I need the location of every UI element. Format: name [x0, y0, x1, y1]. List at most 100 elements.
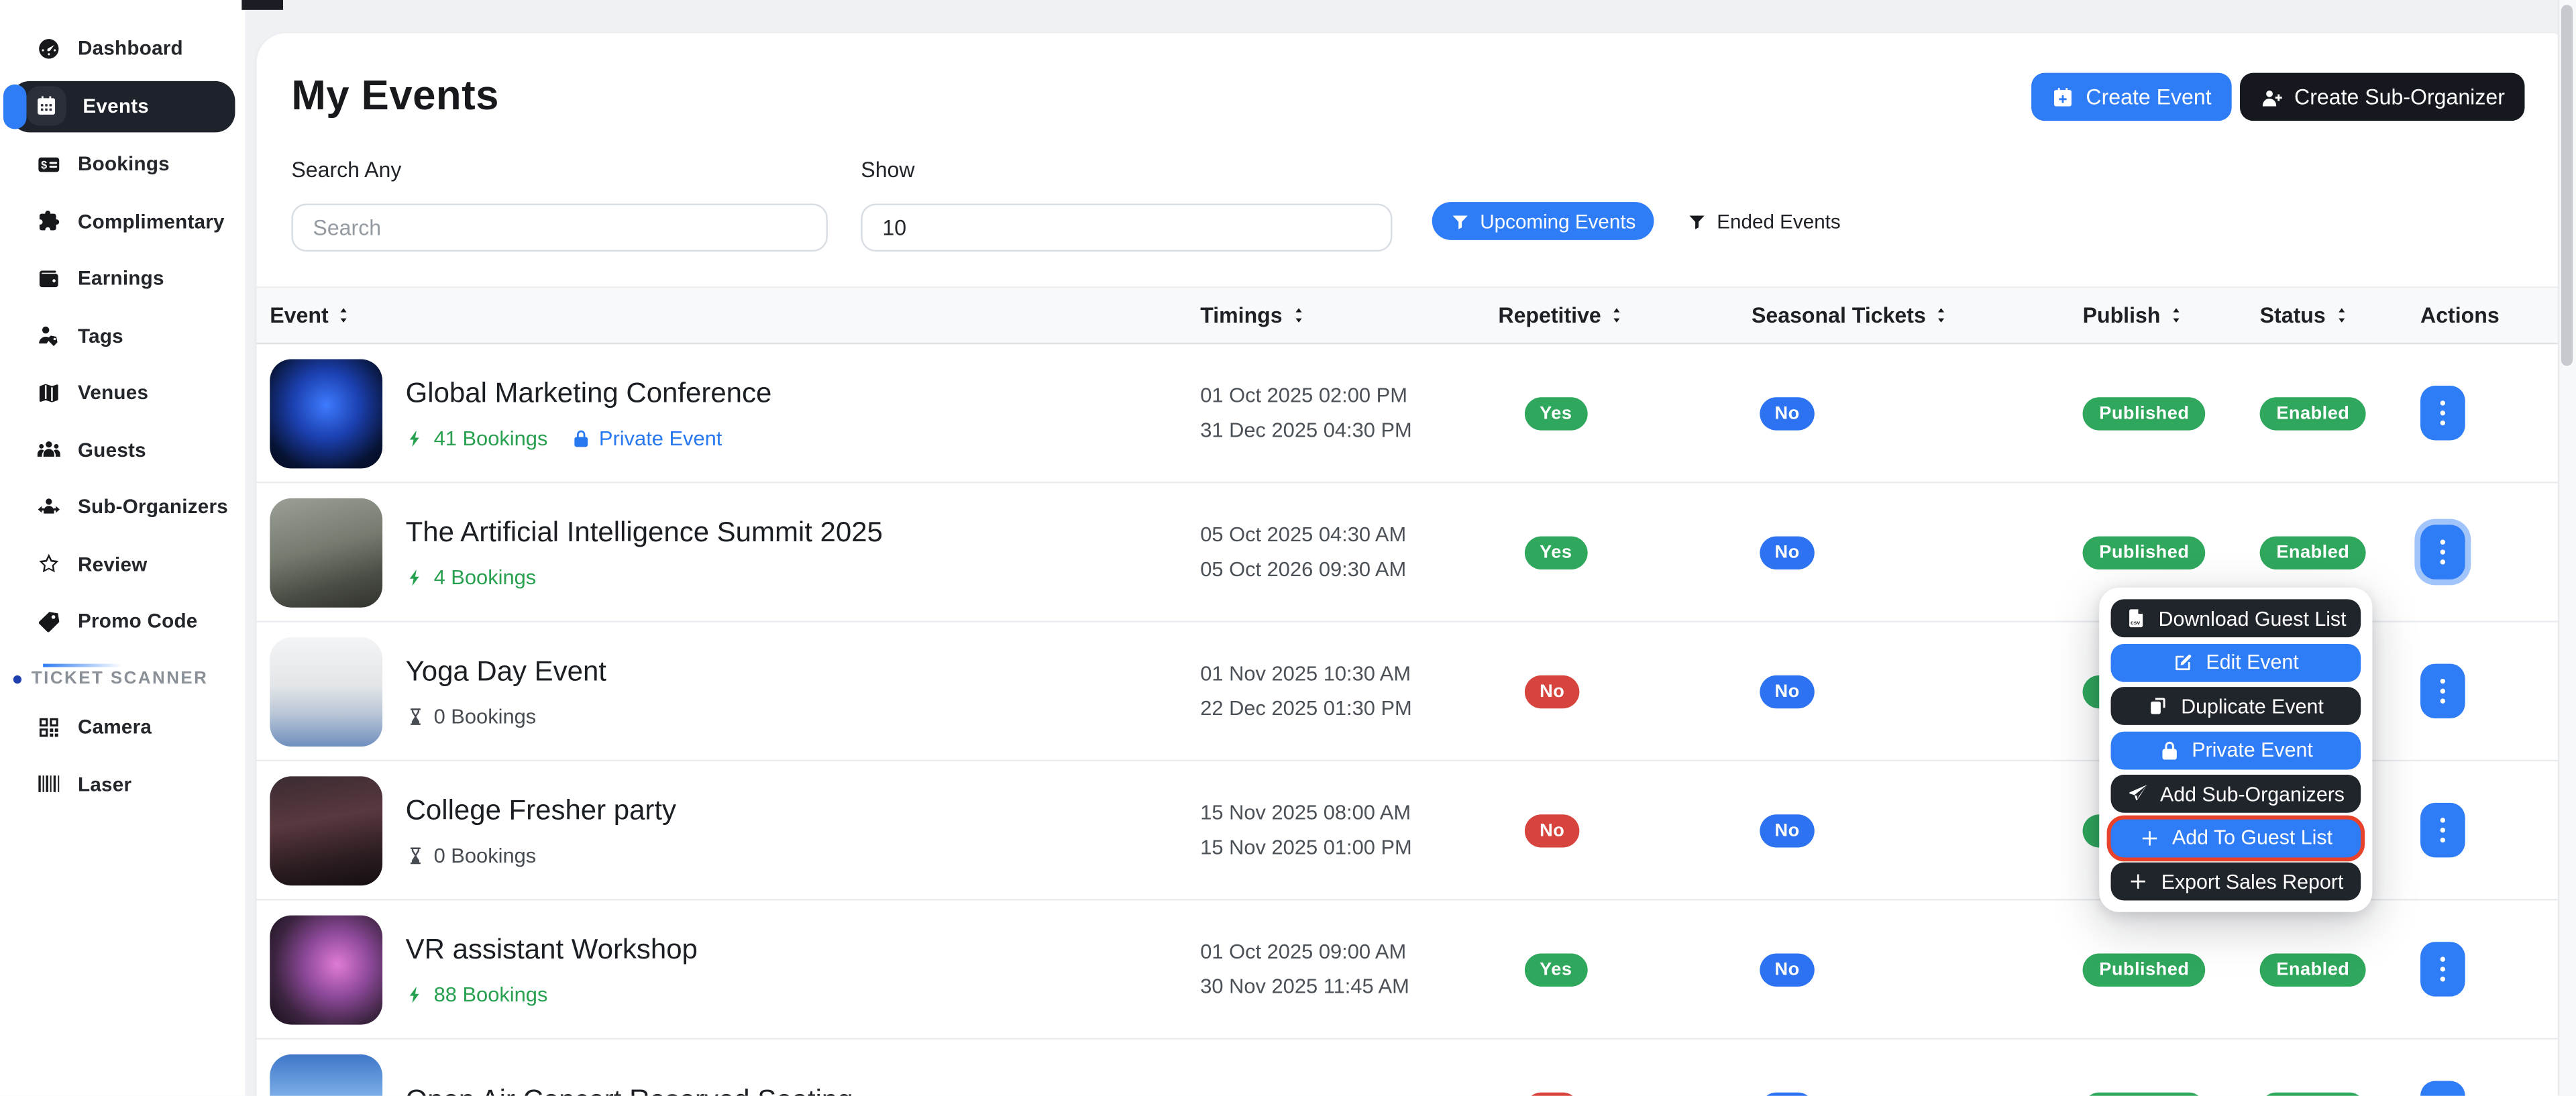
row-actions-menu: csv Download Guest List Edit Event Dupli… [2099, 588, 2372, 912]
row-actions-button[interactable] [2420, 1081, 2465, 1096]
seasonal-tickets-badge: No [1760, 675, 1815, 708]
sidebar-nav: Dashboard Events $ Bookings Complimentar… [0, 0, 245, 645]
create-event-button[interactable]: Create Event [2031, 73, 2231, 121]
sidebar-item-events[interactable]: Events [10, 80, 235, 132]
event-title: Global Marketing Conference [406, 376, 772, 409]
sidebar-item-venues[interactable]: Venues [10, 368, 235, 417]
menu-item-add-sub-organizers[interactable]: Add Sub-Organizers [2111, 775, 2361, 813]
sidebar-item-label: Promo Code [78, 609, 198, 633]
column-label: Repetitive [1498, 303, 1601, 328]
menu-item-label: Export Sales Report [2161, 870, 2344, 893]
event-row-global-marketing-conference: Global Marketing Conference 41 Bookings … [257, 344, 2560, 483]
hourglass-icon [406, 706, 426, 726]
puzzle-icon [36, 209, 61, 233]
menu-item-download-guest-list[interactable]: csv Download Guest List [2111, 599, 2361, 637]
sidebar-item-label: Bookings [78, 152, 170, 176]
row-actions-button[interactable] [2420, 942, 2465, 996]
svg-text:csv: csv [2130, 619, 2140, 626]
repetitive-badge: No [1525, 814, 1580, 846]
edit-icon [2173, 651, 2194, 673]
sidebar-item-label: Dashboard [78, 36, 183, 60]
menu-item-label: Download Guest List [2159, 606, 2347, 630]
private-event-flag: Private Event [571, 426, 722, 449]
user-arrows-icon [36, 494, 61, 519]
sidebar-item-earnings[interactable]: Earnings [10, 254, 235, 303]
sidebar-item-camera[interactable]: Camera [10, 702, 235, 751]
event-manager-app: Dashboard Events $ Bookings Complimentar… [0, 0, 2576, 1096]
sort-icon [1933, 307, 1951, 325]
create-sub-organizer-button[interactable]: Create Sub-Organizer [2240, 73, 2525, 121]
event-title: College Fresher party [406, 793, 676, 826]
menu-item-label: Add Sub-Organizers [2160, 782, 2345, 806]
row-actions-button[interactable] [2420, 386, 2465, 440]
row-actions-button[interactable] [2420, 664, 2465, 718]
event-thumbnail-yoga [270, 637, 382, 746]
seasonal-tickets-badge: No [1760, 952, 1815, 985]
publish-badge: Published [2083, 952, 2206, 985]
plus-icon [2139, 827, 2161, 848]
sidebar-item-review[interactable]: Review [10, 539, 235, 588]
sidebar-item-label: Tags [78, 323, 123, 347]
event-end-time: 15 Nov 2025 01:00 PM [1200, 836, 1412, 859]
repetitive-badge: Yes [1525, 396, 1587, 429]
menu-item-private-event[interactable]: Private Event [2111, 731, 2361, 769]
upcoming-events-filter[interactable]: Upcoming Events [1432, 202, 1654, 240]
column-label: Publish [2083, 303, 2161, 328]
event-title: Open Air Concert Reserved Seating [406, 1083, 853, 1096]
menu-item-label: Private Event [2192, 738, 2313, 762]
sidebar-item-guests[interactable]: Guests [10, 425, 235, 474]
bookings-label: 0 Bookings [434, 843, 537, 867]
column-header-status[interactable]: Status [2260, 303, 2420, 328]
sidebar-item-label: Events [83, 95, 149, 118]
star-icon [36, 551, 61, 576]
event-end-time: 22 Dec 2025 01:30 PM [1200, 697, 1412, 720]
filter-icon [1687, 211, 1707, 231]
menu-item-edit-event[interactable]: Edit Event [2111, 643, 2361, 681]
sidebar-item-sub-organizers[interactable]: Sub-Organizers [10, 482, 235, 531]
column-header-repetitive[interactable]: Repetitive [1498, 303, 1752, 328]
money-icon: $ [36, 152, 61, 176]
menu-item-add-to-guest-list[interactable]: Add To Guest List [2111, 818, 2361, 857]
bookings-count: 0 Bookings [406, 704, 537, 728]
page-title: My Events [291, 73, 499, 121]
column-header-seasonal-tickets[interactable]: Seasonal Tickets [1752, 303, 2083, 328]
bolt-icon [406, 984, 426, 1004]
sidebar-item-label: Laser [78, 772, 131, 796]
bookings-count: 88 Bookings [406, 983, 548, 1006]
row-actions-button[interactable] [2420, 525, 2465, 579]
calendar-plus-icon [2051, 85, 2075, 109]
ended-events-filter[interactable]: Ended Events [1677, 208, 1850, 234]
publish-badge: Published [2083, 535, 2206, 568]
sidebar-item-dashboard[interactable]: Dashboard [10, 23, 235, 73]
column-header-timings[interactable]: Timings [1200, 303, 1498, 328]
menu-item-duplicate-event[interactable]: Duplicate Event [2111, 687, 2361, 725]
sidebar-item-label: Guests [78, 438, 146, 461]
bookings-label: 0 Bookings [434, 704, 537, 728]
column-label: Seasonal Tickets [1752, 303, 1926, 328]
event-start-time: 05 Oct 2025 04:30 AM [1200, 523, 1406, 547]
copy-icon [2148, 696, 2169, 717]
column-header-event[interactable]: Event [257, 303, 1201, 328]
bookings-label: 4 Bookings [434, 565, 537, 589]
create-event-label: Create Event [2086, 85, 2211, 109]
column-label: Event [270, 303, 328, 328]
sidebar-item-complimentary[interactable]: Complimentary [10, 196, 235, 245]
scrollbar-thumb[interactable] [2561, 5, 2573, 366]
gauge-icon [36, 36, 61, 60]
sidebar-item-laser[interactable]: Laser [10, 759, 235, 809]
menu-item-export-sales-report[interactable]: Export Sales Report [2111, 863, 2361, 901]
sidebar-item-bookings[interactable]: $ Bookings [10, 139, 235, 188]
sort-icon [1608, 307, 1626, 325]
search-input[interactable] [291, 204, 828, 252]
sidebar-item-label: Review [78, 552, 148, 576]
row-actions-button[interactable] [2420, 803, 2465, 857]
event-thumbnail-globe-conference [270, 358, 382, 468]
publish-badge: Published [2083, 396, 2206, 429]
sidebar-item-tags[interactable]: Tags [10, 311, 235, 360]
bookings-label: 88 Bookings [434, 983, 548, 1006]
column-header-publish[interactable]: Publish [2083, 303, 2260, 328]
sidebar-scanner-nav: Camera Laser [0, 698, 245, 808]
vertical-scrollbar[interactable] [2558, 0, 2576, 1096]
show-input[interactable] [861, 204, 1392, 252]
sidebar-item-promo-code[interactable]: Promo Code [10, 596, 235, 645]
